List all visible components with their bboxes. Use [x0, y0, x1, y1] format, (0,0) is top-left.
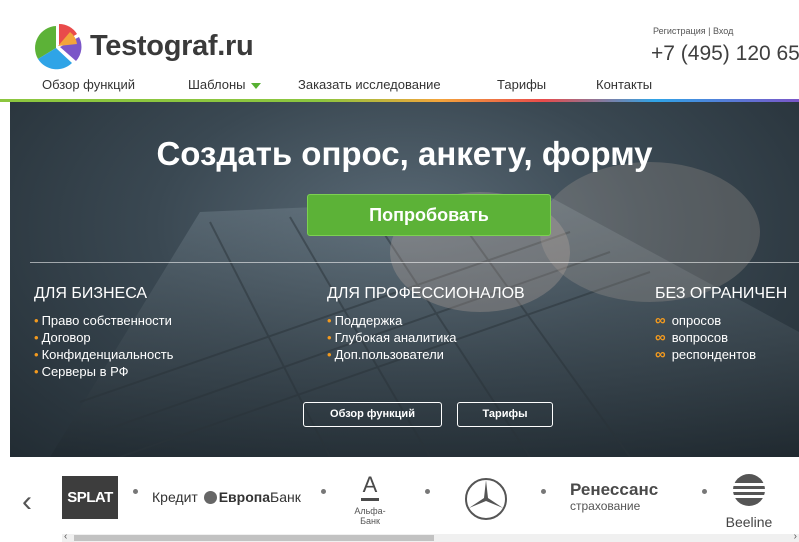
scroll-left-icon[interactable]: ‹ — [64, 531, 67, 542]
scroll-thumb[interactable] — [74, 535, 434, 541]
horizontal-scrollbar[interactable]: ‹ › — [62, 531, 799, 542]
list-item: ∞ респондентов — [655, 346, 787, 363]
hero-title: Создать опрос, анкету, форму — [156, 135, 653, 172]
beeline-ball-icon — [733, 474, 765, 506]
list-item: • Глубокая аналитика — [327, 329, 525, 346]
nav-item-tariffs[interactable]: Тарифы — [497, 77, 546, 92]
list-item: • Поддержка — [327, 312, 525, 329]
bullet-icon: • — [34, 347, 39, 362]
column-unlimited: БЕЗ ОГРАНИЧЕН ∞ опросов ∞ вопросов ∞ респон… — [655, 285, 787, 363]
page: Testograf.ru Регистрация | Вход +7 (495)… — [0, 0, 799, 542]
nav-label: Обзор функций — [42, 77, 136, 92]
nav-label: Заказать исследование — [298, 77, 441, 92]
auth-links: Регистрация | Вход — [653, 26, 733, 36]
logo-text-part: Европа — [218, 489, 271, 505]
list-item-label: Серверы в РФ — [41, 364, 129, 379]
client-logo-renaissance[interactable]: Ренессанс страхование — [570, 480, 659, 514]
caret-down-icon — [250, 82, 261, 89]
logo-text-part: Банк — [270, 489, 301, 505]
logo-text[interactable]: Testograf.ru — [90, 30, 254, 63]
column-title: БЕЗ ОГРАНИЧЕН — [655, 285, 788, 302]
list-item: • Серверы в РФ — [34, 363, 173, 380]
list-item: • Право собственности — [34, 312, 173, 329]
column-professionals: ДЛЯ ПРОФЕССИОНАЛОВ • Поддержка • Глубокая … — [327, 285, 525, 363]
login-link[interactable]: Вход — [713, 26, 733, 36]
bullet-icon: • — [34, 364, 39, 379]
nav-label: Тарифы — [497, 77, 547, 92]
infinity-icon: ∞ — [655, 346, 666, 363]
separator-dot — [321, 489, 326, 494]
client-logo-alfa-bank[interactable]: А Альфа-Банк — [345, 472, 395, 527]
infinity-icon: ∞ — [655, 312, 666, 329]
site-header: Testograf.ru Регистрация | Вход +7 (495)… — [0, 0, 799, 102]
list-item: ∞ вопросов — [655, 329, 787, 346]
list-item-label: Поддержка — [334, 313, 403, 328]
nav-item-templates[interactable]: Шаблоны — [188, 77, 261, 92]
list-item: • Доп.пользователи — [327, 346, 525, 363]
list-item-label: респондентов — [671, 347, 757, 362]
client-logo-kredit-europa-bank[interactable]: Кредит ЕвропаБанк — [152, 489, 301, 505]
clients-carousel: ‹ SPLAT Кредит ЕвропаБанк А Альфа-Банк Р… — [0, 457, 799, 542]
alfa-letter: А — [362, 472, 378, 497]
europa-bank-icon — [203, 491, 217, 504]
list-item-label: Право собственности — [41, 313, 172, 328]
list-item-label: Доп.пользователи — [334, 347, 444, 362]
bullet-icon: • — [327, 347, 332, 362]
logo-text-part: Кредит — [152, 489, 198, 505]
bullet-icon: • — [34, 313, 39, 328]
separator-dot — [133, 489, 138, 494]
bullet-icon: • — [34, 330, 39, 345]
phone-number: +7 (495) 120 65 — [651, 42, 799, 65]
bullet-icon: • — [327, 313, 332, 328]
renaissance-sub-text: страхование — [570, 499, 641, 513]
list-item: • Договор — [34, 329, 173, 346]
list-item: ∞ опросов — [655, 312, 787, 329]
list-item-label: Договор — [41, 330, 91, 345]
beeline-name: Beeline — [725, 514, 773, 530]
list-item-label: Глубокая аналитика — [334, 330, 457, 345]
testograf-logo-icon[interactable] — [32, 22, 84, 70]
list-item-label: опросов — [671, 313, 722, 328]
nav-label: Контакты — [596, 77, 653, 92]
alfa-name: Альфа-Банк — [354, 506, 386, 526]
try-button[interactable]: Попробовать — [307, 194, 551, 236]
features-button[interactable]: Обзор функций — [303, 402, 442, 427]
column-title: ДЛЯ ПРОФЕССИОНАЛОВ — [327, 285, 525, 302]
mercedes-star-icon[interactable] — [464, 477, 508, 521]
auth-separator: | — [708, 26, 711, 36]
nav-item-order-research[interactable]: Заказать исследование — [298, 77, 441, 92]
list-item-label: Конфиденциальность — [41, 347, 174, 362]
list-item: • Конфиденциальность — [34, 346, 173, 363]
hero-divider — [30, 262, 799, 263]
register-link[interactable]: Регистрация — [653, 26, 706, 36]
alfa-underline — [361, 498, 379, 501]
client-logo-beeline[interactable]: Beeline — [718, 473, 780, 530]
separator-dot — [702, 489, 707, 494]
column-business: ДЛЯ БИЗНЕСА • Право собственности • Догово… — [34, 285, 173, 380]
scroll-right-icon[interactable]: › — [794, 531, 797, 542]
separator-dot — [425, 489, 430, 494]
carousel-prev-button[interactable]: ‹ — [22, 487, 32, 517]
tariffs-button[interactable]: Тарифы — [457, 402, 553, 427]
hero-banner: Создать опрос, анкету, форму Попробовать… — [10, 102, 799, 457]
separator-dot — [541, 489, 546, 494]
nav-item-contacts[interactable]: Контакты — [596, 77, 652, 92]
nav-item-features[interactable]: Обзор функций — [42, 77, 135, 92]
bullet-icon: • — [327, 330, 332, 345]
renaissance-main-text: Ренессанс — [570, 480, 659, 499]
infinity-icon: ∞ — [655, 329, 666, 346]
client-logo-splat[interactable]: SPLAT — [62, 476, 118, 519]
list-item-label: вопросов — [671, 330, 728, 345]
column-title: ДЛЯ БИЗНЕСА — [34, 285, 148, 302]
nav-label: Шаблоны — [188, 77, 246, 92]
